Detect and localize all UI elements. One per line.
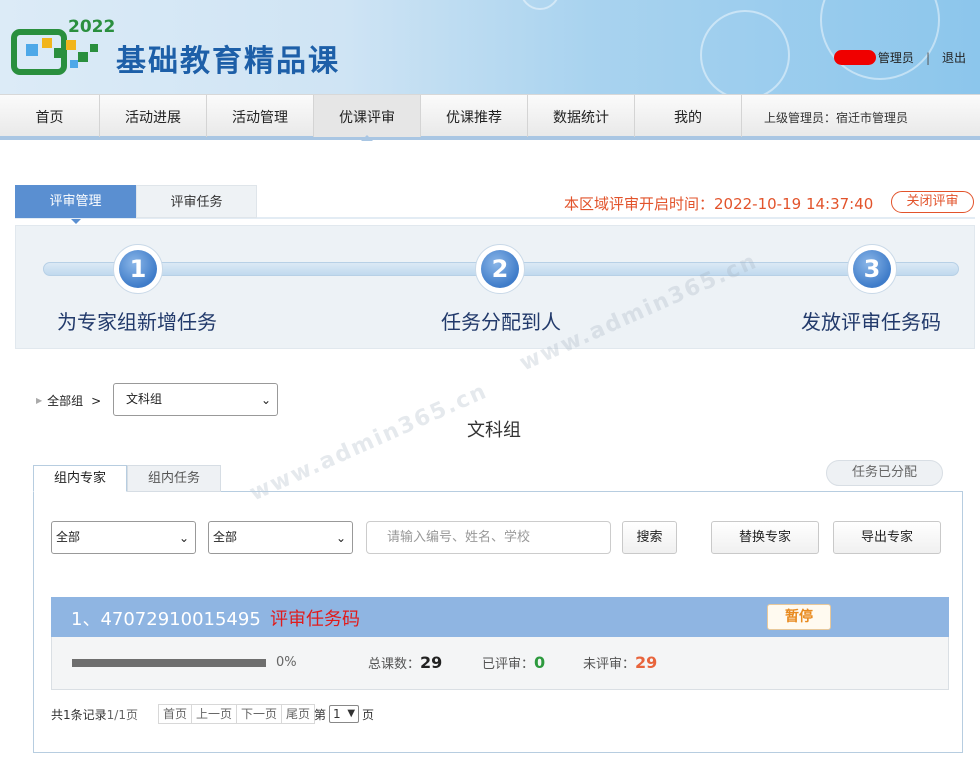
nav-mine[interactable]: 我的 <box>635 95 742 137</box>
user-separator: | <box>925 50 930 65</box>
tab-group-experts[interactable]: 组内专家 <box>33 465 127 492</box>
reviewed-count: 已评审：0 <box>482 653 545 672</box>
step-1-label: 为专家组新增任务 <box>57 310 217 334</box>
breadcrumb-separator: > <box>91 393 102 408</box>
user-role: 管理员 <box>877 51 914 65</box>
page-select[interactable]: 1 ▼ <box>329 705 360 723</box>
export-expert-button[interactable]: 导出专家 <box>833 521 941 554</box>
supervisor-label: 上级管理员：宿迁市管理员 <box>764 111 909 125</box>
pagination: 共1条记录 1/1页 首页 上一页 下一页 尾页 第 1 ▼ 页 <box>51 704 374 724</box>
total-value: 29 <box>420 653 443 672</box>
record-summary: 共1条记录 <box>51 707 107 722</box>
watermark: www.admin365.cn <box>246 378 492 507</box>
step-3-badge: 3 <box>847 244 897 294</box>
progress-percent: 0% <box>276 655 297 670</box>
page-suffix: 页 <box>362 707 375 722</box>
pause-button[interactable]: 暂停 <box>767 604 831 630</box>
pending-value: 29 <box>635 653 658 672</box>
nav-course-review[interactable]: 优课评审 <box>314 95 421 141</box>
prev-page-button[interactable]: 上一页 <box>190 704 237 724</box>
total-label: 总课数： <box>368 657 421 672</box>
task-id: 1、47072910015495 <box>71 609 261 630</box>
filter-select-2[interactable]: 全部 ⌄ <box>208 521 353 554</box>
steps-panel: 1 2 3 为专家组新增任务 任务分配到人 发放评审任务码 <box>15 225 975 349</box>
header-decoration <box>700 10 790 94</box>
breadcrumb-arrow-icon: ▶ <box>36 396 43 405</box>
group-select[interactable]: 文科组 ⌄ <box>113 383 278 416</box>
task-row-body: 0% 总课数：29 已评审：0 未评审：29 <box>51 637 949 690</box>
breadcrumb-all-groups[interactable]: 全部组 <box>47 392 83 409</box>
step-1-badge: 1 <box>113 244 163 294</box>
pending-count: 未评审：29 <box>583 653 657 672</box>
search-input[interactable]: 请输入编号、姓名、学校 <box>366 521 611 554</box>
logout-link[interactable]: 退出 <box>942 49 966 66</box>
nav-statistics[interactable]: 数据统计 <box>528 95 635 137</box>
search-button[interactable]: 搜索 <box>622 521 677 554</box>
task-row-header: 1、47072910015495 评审任务码 暂停 <box>51 597 949 637</box>
nav-home[interactable]: 首页 <box>0 95 100 137</box>
page-prefix: 第 <box>314 707 327 722</box>
logo-year: 2022 <box>68 17 116 37</box>
page-header: 2022 基础教育精品课 管理员 | 退出 <box>0 0 980 94</box>
step-3-label: 发放评审任务码 <box>801 310 941 334</box>
chevron-down-icon: ⌄ <box>178 531 189 545</box>
header-decoration <box>520 0 560 10</box>
reviewed-label: 已评审： <box>482 657 535 672</box>
main-nav: 首页 活动进展 活动管理 优课评审 优课推荐 数据统计 我的 上级管理员：宿迁市… <box>0 94 980 141</box>
tab-review-tasks[interactable]: 评审任务 <box>136 185 257 218</box>
page-summary: 1/1页 <box>106 707 138 722</box>
tab-group-tasks[interactable]: 组内任务 <box>127 465 221 492</box>
review-open-time: 本区域评审开启时间：2022-10-19 14:37:40 <box>564 195 874 213</box>
redacted-username <box>833 50 876 65</box>
chevron-down-icon: ⌄ <box>260 393 271 407</box>
reviewed-value: 0 <box>534 653 546 672</box>
filter-select-1[interactable]: 全部 ⌄ <box>51 521 196 554</box>
step-2-badge: 2 <box>475 244 525 294</box>
user-box: 管理员 | 退出 <box>833 49 966 66</box>
chevron-down-icon: ⌄ <box>335 531 346 545</box>
first-page-button[interactable]: 首页 <box>157 704 192 724</box>
nav-course-recommend[interactable]: 优课推荐 <box>421 95 528 137</box>
task-code-link[interactable]: 评审任务码 <box>270 605 360 631</box>
step-2-label: 任务分配到人 <box>441 310 561 334</box>
task-assigned-badge: 任务已分配 <box>826 460 943 486</box>
replace-expert-button[interactable]: 替换专家 <box>711 521 819 554</box>
chevron-down-icon: ▼ <box>347 708 356 719</box>
next-page-button[interactable]: 下一页 <box>236 704 283 724</box>
pending-label: 未评审： <box>583 657 636 672</box>
close-review-button[interactable]: 关闭评审 <box>891 191 974 213</box>
header-decoration <box>820 0 940 80</box>
progress-bar <box>72 659 266 667</box>
last-page-button[interactable]: 尾页 <box>281 704 316 724</box>
total-courses: 总课数：29 <box>368 653 442 672</box>
nav-activity-progress[interactable]: 活动进展 <box>100 95 207 137</box>
tab-review-management[interactable]: 评审管理 <box>15 185 136 224</box>
site-title: 基础教育精品课 <box>116 44 340 79</box>
breadcrumb: ▶ 全部组 > <box>36 392 109 409</box>
group-title: 文科组 <box>467 420 521 441</box>
nav-activity-management[interactable]: 活动管理 <box>207 95 314 137</box>
